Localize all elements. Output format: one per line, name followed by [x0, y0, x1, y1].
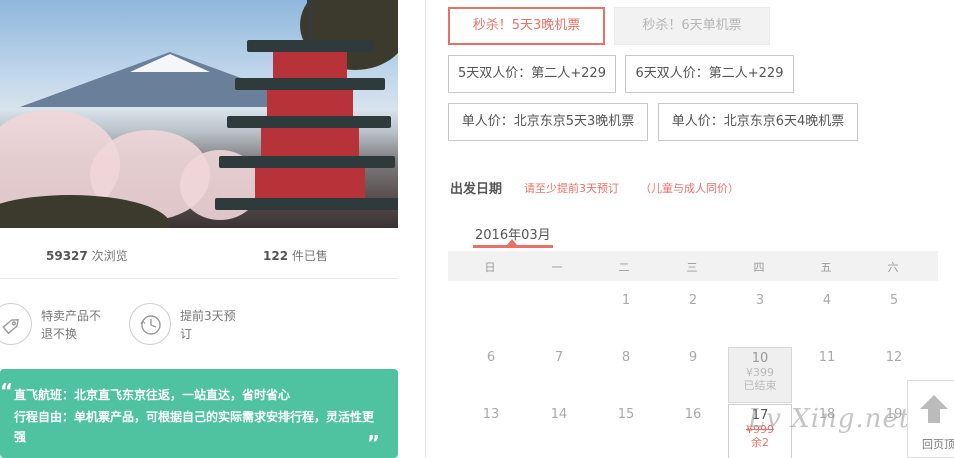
month-tab[interactable]: 2016年03月: [473, 224, 555, 248]
advance-booking-note: 请至少提前3天预订: [524, 182, 619, 195]
back-to-top-button[interactable]: 回页顶: [907, 380, 954, 458]
weekday-sat: 六: [887, 261, 899, 274]
highlight-line-1: 直飞航班：北京直飞东京往返，一站直达，省时省心: [14, 388, 291, 402]
calendar-day: 16: [684, 407, 702, 422]
arrow-up-icon: [920, 395, 948, 409]
calendar-day-price: ¥399: [746, 366, 774, 379]
weekday-thu: 四: [753, 261, 765, 274]
calendar-day-number: 10: [751, 351, 769, 366]
option-single-5d3n[interactable]: 单人价：北京东京5天3晚机票: [448, 103, 648, 141]
views-stat: 59327 次浏览: [46, 247, 128, 264]
calendar-day: 7: [554, 350, 564, 365]
departure-date-label: 出发日期: [450, 182, 503, 197]
calendar-day: 15: [617, 407, 635, 422]
option-single-6d4n[interactable]: 单人价：北京东京6天4晚机票: [658, 103, 858, 141]
calendar-day: 11: [818, 350, 836, 365]
highlight-line-2: 行程自由：单机票产品，可根据自己的实际需求安排行程，灵活性更强: [14, 410, 375, 444]
weekday-fri: 五: [820, 261, 832, 274]
weekday-header: 日 一 二 三 四 五 六: [448, 251, 938, 281]
calendar-day: 9: [688, 350, 698, 365]
column-divider: [425, 0, 426, 458]
open-quote-icon: “: [0, 379, 14, 403]
stats-divider: [0, 278, 398, 279]
calendar-day: 6: [486, 350, 496, 365]
calendar-day: 5: [889, 293, 899, 308]
destination-photo: [0, 0, 398, 228]
feature-no-refund-text: 特卖产品不退不换: [41, 309, 102, 341]
views-count: 59327: [46, 249, 88, 263]
calendar-day-status: 已结束: [743, 379, 777, 392]
calendar-day: 8: [621, 350, 631, 365]
weekday-sun: 日: [484, 261, 496, 274]
sold-stat: 122 件已售: [263, 247, 328, 264]
back-to-top-label: 回页顶: [922, 438, 954, 451]
close-quote-icon: ”: [366, 431, 380, 455]
calendar-day-stock: 余2: [751, 436, 769, 449]
calendar-day: 13: [482, 407, 500, 422]
price-tag-icon: [0, 303, 32, 345]
views-label: 次浏览: [91, 249, 128, 263]
pagoda: [215, 0, 398, 228]
product-stats: 59327 次浏览 122 件已售: [0, 236, 398, 276]
site-watermark: Lv Xing.net: [748, 404, 911, 434]
calendar-day: 12: [885, 350, 903, 365]
option-couple-5d[interactable]: 5天双人价：第二人+229: [448, 55, 616, 93]
option-flash-5d3n[interactable]: 秒杀！5天3晚机票: [448, 7, 605, 45]
option-couple-6d[interactable]: 6天双人价：第二人+229: [625, 55, 794, 93]
mountain-snowcap: [130, 54, 210, 72]
calendar-day: 14: [550, 407, 568, 422]
option-flash-6d[interactable]: 秒杀！6天单机票: [614, 7, 770, 45]
arrow-up-stem: [928, 409, 940, 423]
sold-count: 122: [263, 249, 289, 263]
calendar-day: 1: [621, 293, 631, 308]
calendar-day: 3: [755, 293, 765, 308]
feature-book-ahead-text: 提前3天预订: [180, 309, 236, 341]
clock-icon: [129, 303, 171, 345]
calendar-day: 2: [688, 293, 698, 308]
month-tab-underline: [473, 245, 553, 248]
sold-label: 件已售: [291, 249, 328, 263]
weekday-mon: 一: [551, 261, 563, 274]
calendar-day-expired: 10 ¥399 已结束: [728, 347, 792, 403]
child-price-note: （儿童与成人同价）: [640, 182, 739, 195]
highlights-box: “ 直飞航班：北京直飞东京往返，一站直达，省时省心 行程自由：单机票产品，可根据…: [0, 369, 398, 458]
weekday-tue: 二: [618, 261, 630, 274]
calendar-day: 4: [822, 293, 832, 308]
weekday-wed: 三: [686, 261, 698, 274]
